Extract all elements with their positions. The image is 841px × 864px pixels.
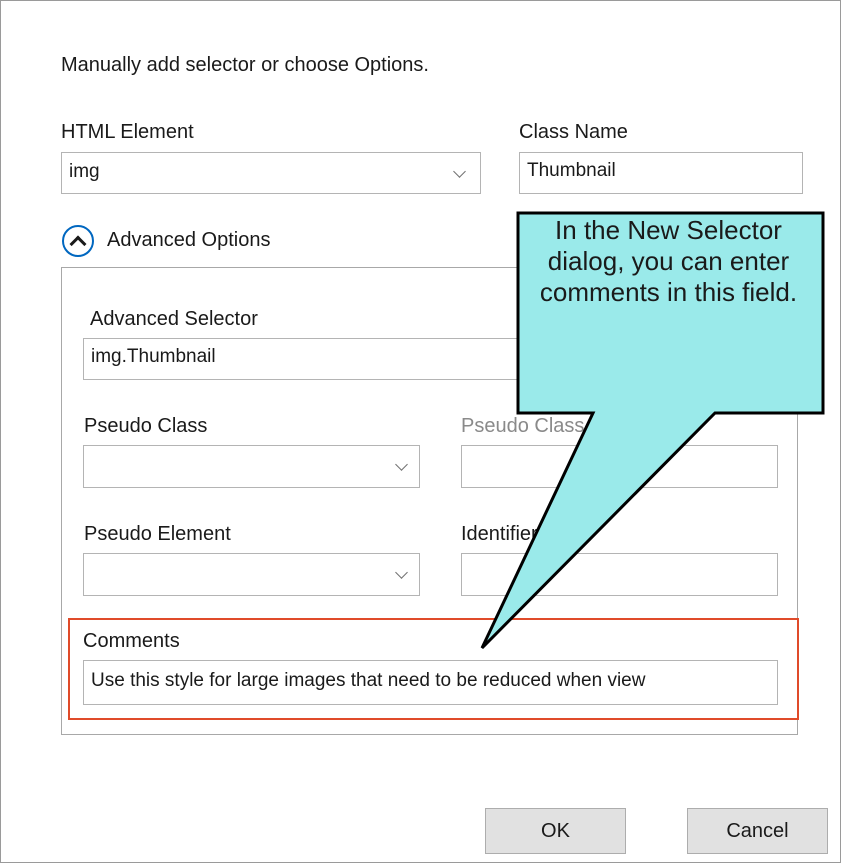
callout-text: In the New Selector dialog, you can ente…	[539, 215, 798, 307]
new-selector-dialog: Manually add selector or choose Options.…	[0, 0, 841, 863]
callout-bubble	[480, 211, 825, 650]
